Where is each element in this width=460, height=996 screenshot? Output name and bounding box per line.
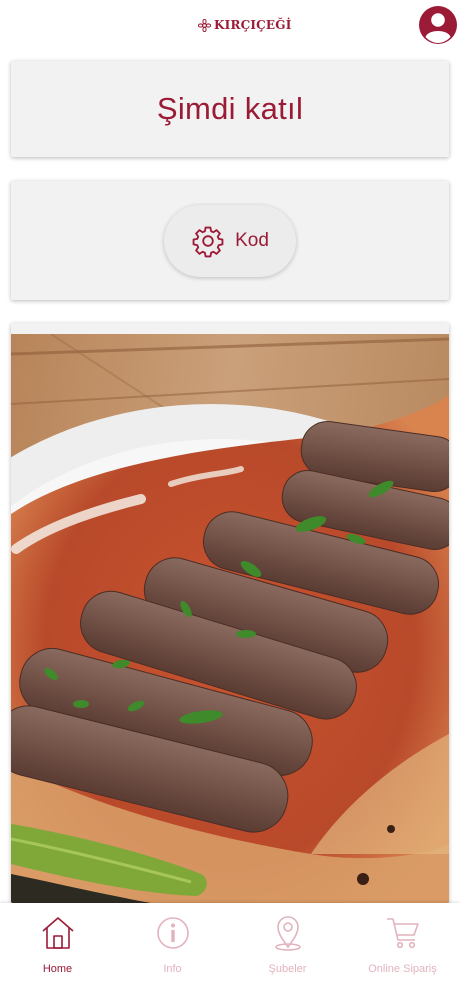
- code-card: Kod: [11, 181, 449, 300]
- promo-card[interactable]: [11, 323, 449, 903]
- brand-logo: KIRÇIÇEĞİ: [198, 16, 292, 34]
- nav-label-info: Info: [163, 963, 182, 975]
- nav-label-online-order: Online Sipariş: [368, 963, 437, 975]
- flower-logo-icon: [198, 18, 211, 32]
- home-icon: [42, 917, 74, 949]
- kebab-photo: [11, 334, 449, 903]
- info-icon: [157, 917, 189, 949]
- nav-label-branches: Şubeler: [268, 963, 307, 975]
- nav-item-info[interactable]: Info: [115, 903, 230, 996]
- user-circle-icon[interactable]: [418, 5, 458, 45]
- code-button-label: Kod: [235, 230, 269, 251]
- code-button[interactable]: Kod: [164, 205, 296, 277]
- nav-item-branches[interactable]: Şubeler: [230, 903, 345, 996]
- gear-icon: [192, 226, 224, 258]
- nav-label-home: Home: [42, 963, 73, 975]
- logo-text: KIRÇIÇEĞİ: [214, 18, 292, 32]
- top-bar: KIRÇIÇEĞİ: [0, 0, 460, 52]
- location-pin-icon: [275, 916, 301, 951]
- nav-item-home[interactable]: Home: [0, 903, 115, 996]
- shopping-cart-icon: [387, 918, 419, 949]
- join-title: Şimdi katıl: [156, 91, 304, 126]
- join-card[interactable]: Şimdi katıl: [11, 61, 449, 157]
- bottom-nav: Home Info Şubeler Online Sipariş: [0, 903, 460, 996]
- nav-item-online-order[interactable]: Online Sipariş: [345, 903, 460, 996]
